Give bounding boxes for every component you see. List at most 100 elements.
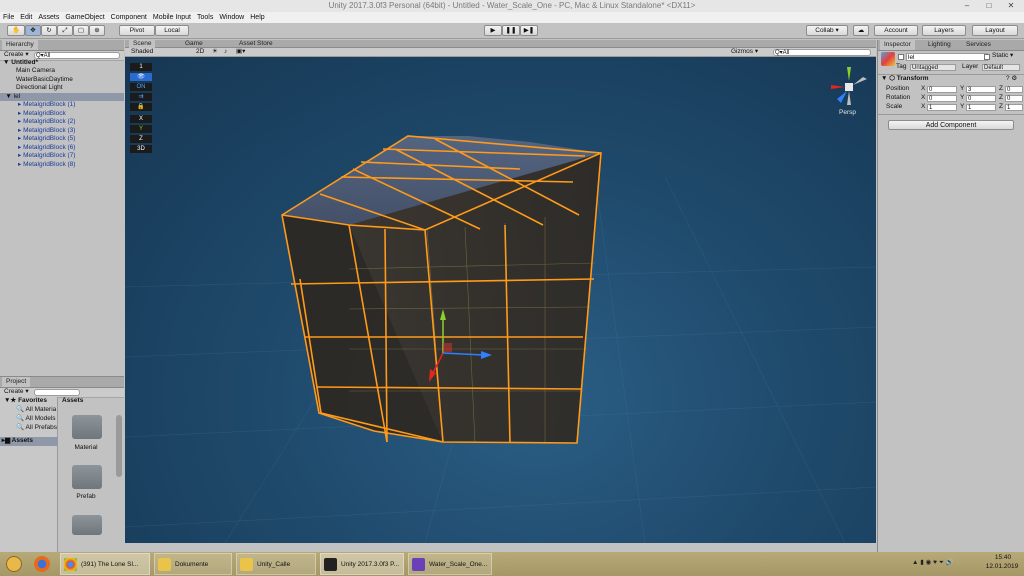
project-scrollbar[interactable] (116, 415, 122, 477)
tab-scene[interactable]: Scene (129, 40, 156, 48)
scale-tool-icon[interactable]: ⤢ (57, 25, 73, 36)
hierarchy-child[interactable]: ▸ MetalgridBlock (1) (18, 101, 75, 110)
menu-help[interactable]: Help (247, 12, 267, 23)
orientation-gizmo[interactable]: Persp (829, 65, 869, 119)
static-dropdown[interactable]: Static ▾ (992, 52, 1013, 61)
tab-inspector[interactable]: Inspector (880, 40, 915, 50)
audio-toggle-icon[interactable]: ♪ (224, 48, 227, 57)
transform-help-icon[interactable]: ? ⚙ (1006, 75, 1017, 84)
hierarchy-child[interactable]: ▸ MetalgridBlock (18, 110, 66, 119)
hierarchy-child[interactable]: ▸ MetalgridBlock (3) (18, 127, 75, 136)
menu-mobile-input[interactable]: Mobile Input (150, 12, 194, 23)
layout-button[interactable]: Layout (972, 25, 1018, 36)
active-checkbox[interactable] (898, 54, 904, 60)
favorite-item[interactable]: 🔍 All Prefabs (16, 424, 57, 433)
overlay-on-button[interactable]: ON (130, 83, 152, 91)
layer-dropdown[interactable]: Default (982, 64, 1020, 71)
scene-search-input[interactable]: Q▾All (773, 49, 871, 56)
menu-component[interactable]: Component (108, 12, 150, 23)
hierarchy-child[interactable]: ▸ MetalgridBlock (2) (18, 118, 75, 127)
taskbar-item-explorer[interactable]: Dokumente (154, 553, 232, 575)
tag-dropdown[interactable]: Untagged (910, 64, 956, 71)
transform-tool-icon[interactable]: ⊕ (89, 25, 105, 36)
close-icon[interactable]: ✕ (1000, 0, 1022, 12)
hierarchy-item[interactable]: Directional Light (16, 84, 63, 93)
axis-x-button[interactable]: X (130, 115, 152, 123)
taskbar-item-unity[interactable]: Unity 2017.3.0f3 P... (320, 553, 404, 575)
persp-label[interactable]: Persp (839, 109, 856, 118)
shading-dropdown[interactable]: Shaded (131, 48, 153, 57)
step-button[interactable]: ▶❚ (520, 25, 538, 36)
tab-hierarchy[interactable]: Hierarchy (2, 40, 38, 50)
play-button[interactable]: ▶ (484, 25, 502, 36)
tab-services[interactable]: Services (962, 40, 995, 50)
hierarchy-child[interactable]: ▸ MetalgridBlock (7) (18, 152, 75, 161)
account-button[interactable]: Account (874, 25, 918, 36)
local-button[interactable]: Local (155, 25, 189, 36)
metal-grid-cube[interactable] (281, 135, 602, 444)
tab-project[interactable]: Project (2, 377, 31, 387)
menu-assets[interactable]: Assets (35, 12, 62, 23)
menu-gameobject[interactable]: GameObject (62, 12, 107, 23)
overlay-button-1[interactable]: 1 (130, 63, 152, 71)
taskbar-time[interactable]: 15:40 (986, 554, 1020, 563)
scale-y-field[interactable]: 1 (966, 104, 996, 111)
add-component-button[interactable]: Add Component (888, 120, 1014, 130)
hierarchy-child[interactable]: ▸ MetalgridBlock (5) (18, 135, 75, 144)
menu-edit[interactable]: Edit (17, 12, 35, 23)
hierarchy-item[interactable]: WaterBasicDaytime (16, 76, 73, 85)
eye-icon[interactable]: 👁 (130, 73, 152, 81)
hierarchy-child[interactable]: ▸ MetalgridBlock (8) (18, 161, 75, 170)
menu-window[interactable]: Window (216, 12, 247, 23)
collab-button[interactable]: Collab ▾ (806, 25, 848, 36)
maximize-icon[interactable]: □ (978, 0, 1000, 12)
tab-game[interactable]: Game (181, 40, 207, 48)
assets-root-item[interactable]: ▸▆ Assets (0, 437, 58, 446)
menu-tools[interactable]: Tools (194, 12, 216, 23)
favorite-item[interactable]: 🔍 All Models (16, 415, 56, 424)
hierarchy-item-selected[interactable]: ▼ lel (0, 92, 124, 101)
rect-tool-icon[interactable]: ▢ (73, 25, 89, 36)
taskbar-item-chrome[interactable]: (391) The Lone Sl... (60, 553, 150, 575)
menu-file[interactable]: File (0, 12, 17, 23)
hierarchy-search-input[interactable]: Q▾All (34, 52, 120, 59)
minimize-icon[interactable]: – (956, 0, 978, 12)
axis-y-button[interactable]: Y (130, 125, 152, 133)
folder-icon[interactable] (72, 515, 102, 535)
hand-tool-icon[interactable]: ✋ (7, 25, 25, 36)
rotation-z-field[interactable]: 0 (1005, 95, 1023, 102)
pause-button[interactable]: ❚❚ (502, 25, 520, 36)
position-x-field[interactable]: 0 (927, 86, 957, 93)
lock-icon[interactable]: 🔒 (130, 103, 152, 111)
tab-asset-store[interactable]: Asset Store (235, 40, 277, 48)
tray-icons[interactable]: ▲ ▮ ◉ ♥ ⏷ 🔊 (912, 559, 954, 568)
firefox-icon[interactable] (34, 556, 50, 572)
move-tool-icon[interactable]: ✥ (25, 25, 41, 36)
taskbar-item-explorer[interactable]: Unity_Calle (236, 553, 316, 575)
taskbar-item-visual-studio[interactable]: Water_Scale_One... (408, 553, 492, 575)
project-create-button[interactable]: Create ▾ (4, 388, 29, 397)
static-checkbox[interactable] (984, 54, 990, 60)
folder-icon[interactable] (72, 415, 102, 439)
project-search-input[interactable] (34, 389, 80, 396)
hierarchy-child[interactable]: ▸ MetalgridBlock (6) (18, 144, 75, 153)
position-z-field[interactable]: 0 (1005, 86, 1023, 93)
tab-lighting[interactable]: Lighting (924, 40, 955, 50)
mode-3d-button[interactable]: 3D (130, 145, 152, 153)
mode-2d-button[interactable]: 2D (196, 48, 204, 57)
taskbar-date[interactable]: 12.01.2019 (980, 563, 1024, 572)
scene-viewport[interactable]: 1 👁 ON ⇉ 🔒 X Y Z 3D Persp (125, 57, 876, 543)
cloud-icon[interactable]: ☁ (853, 25, 869, 36)
object-name-field[interactable]: lel (906, 53, 988, 61)
rotation-x-field[interactable]: 0 (927, 95, 957, 102)
axis-z-button[interactable]: Z (130, 135, 152, 143)
start-icon[interactable] (6, 556, 22, 572)
hierarchy-item[interactable]: Main Camera (16, 67, 55, 76)
favorite-item[interactable]: 🔍 All Materia (16, 406, 56, 415)
scale-x-field[interactable]: 1 (927, 104, 957, 111)
rotate-tool-icon[interactable]: ↻ (41, 25, 57, 36)
effects-toggle-icon[interactable]: ▣▾ (236, 48, 245, 57)
scale-z-field[interactable]: 1 (1005, 104, 1023, 111)
gizmos-dropdown[interactable]: Gizmos ▾ (731, 48, 758, 57)
layers-button[interactable]: Layers (922, 25, 966, 36)
